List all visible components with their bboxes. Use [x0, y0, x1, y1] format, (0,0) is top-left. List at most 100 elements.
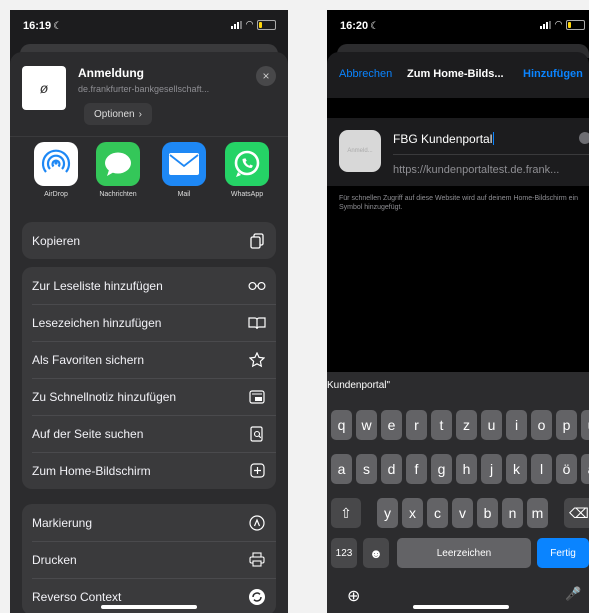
key-o[interactable]: o	[531, 410, 552, 440]
action-print[interactable]: Drucken	[22, 541, 276, 578]
home-indicator	[101, 605, 197, 609]
add-square-icon	[248, 462, 266, 480]
key-a[interactable]: a	[331, 454, 352, 484]
action-quick-note[interactable]: Zu Schnellnotiz hinzufügen	[22, 378, 276, 415]
status-bar: 16:20 ☾ ◠	[327, 10, 589, 40]
key-u[interactable]: u	[481, 410, 502, 440]
glasses-icon	[248, 277, 266, 295]
whatsapp-icon	[225, 142, 269, 186]
title-input[interactable]: FBG Kundenportal	[393, 132, 495, 146]
action-markup[interactable]: Markierung	[22, 504, 276, 541]
key-f[interactable]: f	[406, 454, 427, 484]
key-r[interactable]: r	[406, 410, 427, 440]
action-add-bookmark[interactable]: Lesezeichen hinzufügen	[22, 304, 276, 341]
clear-text-icon[interactable]	[579, 132, 589, 144]
key-j[interactable]: j	[481, 454, 502, 484]
action-find-on-page[interactable]: Auf der Seite suchen	[22, 415, 276, 452]
reverso-icon	[248, 588, 266, 606]
key-q[interactable]: q	[331, 410, 352, 440]
airdrop-icon	[34, 142, 78, 186]
action-reading-list[interactable]: Zur Leseliste hinzufügen	[22, 267, 276, 304]
copy-icon	[248, 232, 266, 250]
moon-icon: ☾	[53, 21, 63, 32]
chevron-right-icon: ›	[138, 108, 142, 120]
signal-icon	[231, 20, 243, 29]
key-t[interactable]: t	[431, 410, 452, 440]
key-p[interactable]: p	[556, 410, 577, 440]
bookmark-card: Anmeld... FBG Kundenportal https://kunde…	[327, 118, 589, 186]
action-copy[interactable]: Kopieren	[22, 222, 276, 259]
key-g[interactable]: g	[431, 454, 452, 484]
actions-group-copy: Kopieren	[22, 222, 276, 259]
share-app-airdrop[interactable]: AirDrop	[28, 142, 84, 198]
add-button[interactable]: Hinzufügen	[523, 68, 583, 80]
status-time: 16:19 ☾	[23, 20, 63, 32]
home-indicator	[413, 605, 509, 609]
key-c[interactable]: c	[427, 498, 448, 528]
key-y[interactable]: y	[377, 498, 398, 528]
action-add-favorite[interactable]: Als Favoriten sichern	[22, 341, 276, 378]
print-icon	[248, 551, 266, 569]
wifi-icon: ◠	[246, 19, 253, 29]
page-title: Anmeldung	[78, 66, 144, 80]
mail-icon	[162, 142, 206, 186]
page-thumbnail: ø	[22, 66, 66, 110]
key-row-2: asdfghjklöä	[331, 454, 589, 484]
delete-key[interactable]: ⌫	[564, 498, 589, 528]
suggestion-item[interactable]: Kundenportal"	[327, 380, 390, 391]
keyboard: Kundenportal" qwertzuiopü asdfghjklöä ⇧ …	[327, 372, 589, 613]
key-k[interactable]: k	[506, 454, 527, 484]
hint-text: Für schnellen Zugriff auf diese Website …	[339, 195, 579, 211]
globe-icon[interactable]: ⊕	[347, 586, 360, 606]
key-w[interactable]: w	[356, 410, 377, 440]
key-ü[interactable]: ü	[581, 410, 589, 440]
key-ö[interactable]: ö	[556, 454, 577, 484]
nav-bar: Abbrechen Zum Home-Bilds... Hinzufügen	[327, 64, 589, 86]
cancel-button[interactable]: Abbrechen	[339, 68, 392, 80]
key-x[interactable]: x	[402, 498, 423, 528]
share-apps-row: AirDrop Nachrichten Mail WhatsApp	[10, 142, 288, 212]
key-e[interactable]: e	[381, 410, 402, 440]
wifi-icon: ◠	[555, 19, 562, 29]
find-icon	[248, 425, 266, 443]
key-row-3: ⇧ y x c v b n m ⌫	[331, 498, 589, 528]
markup-icon	[248, 514, 266, 532]
messages-icon	[96, 142, 140, 186]
done-key[interactable]: Fertig	[537, 538, 589, 568]
key-v[interactable]: v	[452, 498, 473, 528]
key-l[interactable]: l	[531, 454, 552, 484]
close-button[interactable]: ×	[256, 66, 276, 86]
options-button[interactable]: Optionen ›	[84, 103, 152, 125]
quicknote-icon	[248, 388, 266, 406]
battery-icon	[257, 19, 276, 30]
share-header: ø Anmeldung de.frankfurter-bankgesellsch…	[22, 62, 276, 132]
microphone-icon[interactable]: 🎤	[565, 586, 581, 602]
share-app-mail[interactable]: Mail	[156, 142, 212, 198]
key-m[interactable]: m	[527, 498, 548, 528]
status-bar: 16:19 ☾ ◠	[10, 10, 288, 40]
key-row-1: qwertzuiopü	[331, 410, 589, 440]
key-n[interactable]: n	[502, 498, 523, 528]
share-sheet: ø Anmeldung de.frankfurter-bankgesellsch…	[10, 52, 288, 613]
key-z[interactable]: z	[456, 410, 477, 440]
action-add-to-home[interactable]: Zum Home-Bildschirm	[22, 452, 276, 489]
share-app-messages[interactable]: Nachrichten	[90, 142, 146, 198]
divider	[10, 136, 288, 137]
space-key[interactable]: Leerzeichen	[397, 538, 531, 568]
key-d[interactable]: d	[381, 454, 402, 484]
actions-group-extensions: Markierung Drucken Reverso Context	[22, 504, 276, 613]
actions-group-main: Zur Leseliste hinzufügen Lesezeichen hin…	[22, 267, 276, 489]
battery-icon	[566, 19, 585, 30]
key-s[interactable]: s	[356, 454, 377, 484]
key-i[interactable]: i	[506, 410, 527, 440]
shift-key[interactable]: ⇧	[331, 498, 361, 528]
page-url: de.frankfurter-bankgesellschaft...	[78, 84, 210, 94]
share-app-whatsapp[interactable]: WhatsApp	[219, 142, 275, 198]
key-ä[interactable]: ä	[581, 454, 589, 484]
key-b[interactable]: b	[477, 498, 498, 528]
numbers-key[interactable]: 123	[331, 538, 357, 568]
emoji-key[interactable]: ☻	[363, 538, 389, 568]
key-h[interactable]: h	[456, 454, 477, 484]
url-field: https://kundenportaltest.de.frank...	[393, 164, 560, 176]
book-icon	[248, 314, 266, 332]
